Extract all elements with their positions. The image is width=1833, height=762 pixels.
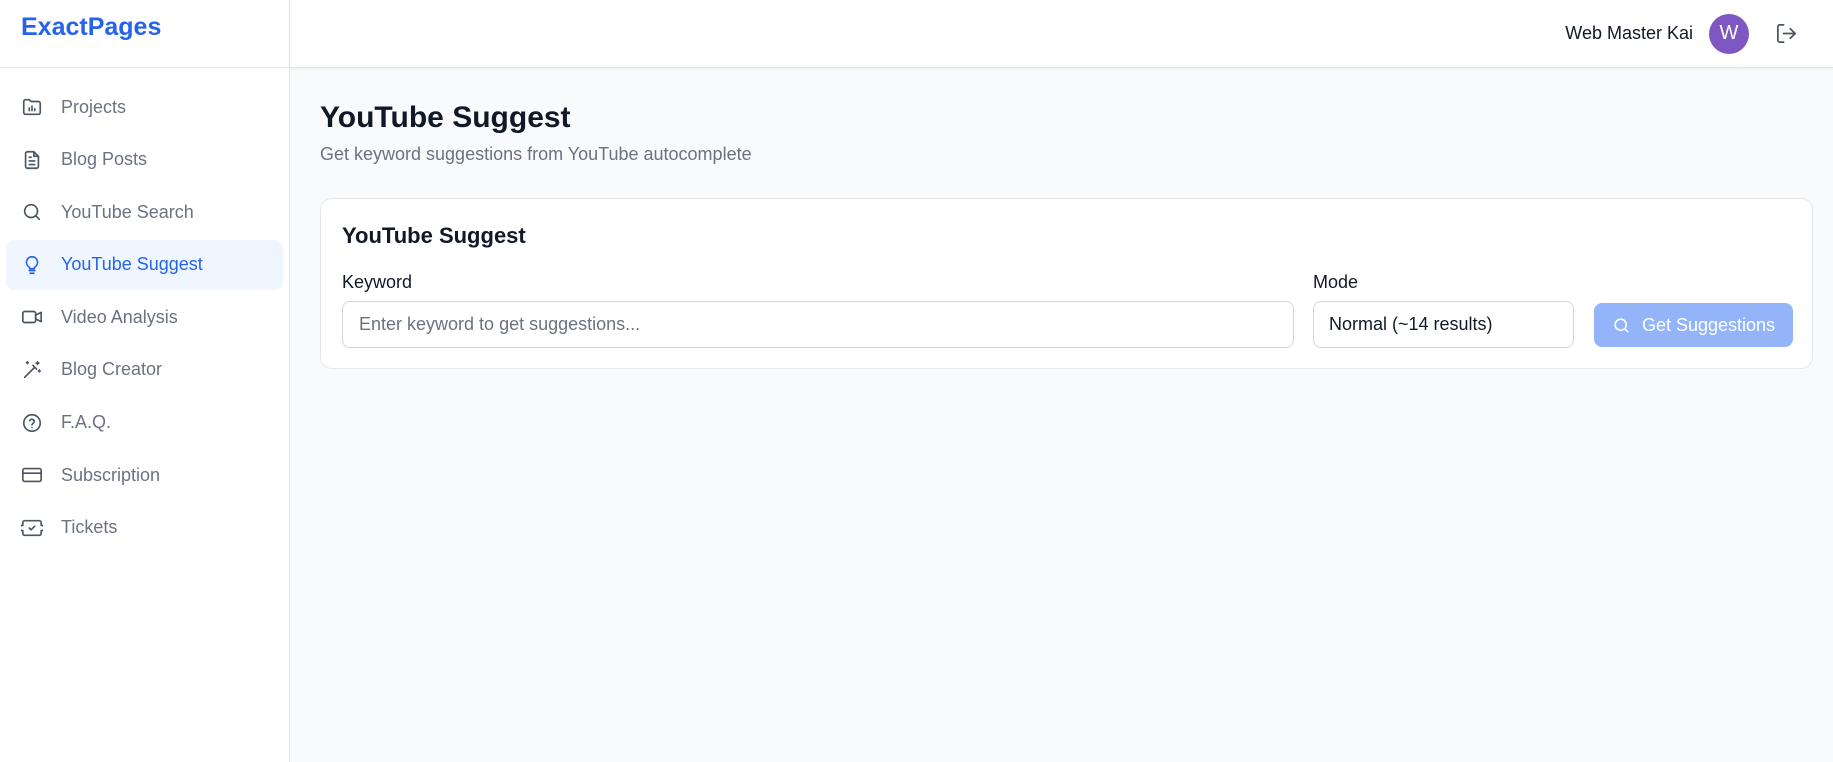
sidebar-item-video-analysis[interactable]: Video Analysis xyxy=(6,292,283,342)
sidebar: ExactPages Projects Blog Posts YouTube S… xyxy=(0,0,290,762)
sidebar-item-blog-posts[interactable]: Blog Posts xyxy=(6,135,283,185)
search-icon xyxy=(1612,315,1632,335)
sidebar-item-label: Subscription xyxy=(61,464,161,485)
mode-label: Mode xyxy=(1313,272,1359,292)
sidebar-item-label: F.A.Q. xyxy=(61,412,112,433)
sidebar-item-label: YouTube Search xyxy=(61,201,194,222)
sidebar-item-label: Projects xyxy=(61,96,127,117)
brand-logo[interactable]: ExactPages xyxy=(0,0,289,68)
sidebar-nav: Projects Blog Posts YouTube Search YouTu… xyxy=(0,68,289,553)
ticket-icon xyxy=(20,516,44,540)
sidebar-item-label: YouTube Suggest xyxy=(61,254,203,275)
keyword-input[interactable] xyxy=(342,301,1294,348)
logout-icon[interactable] xyxy=(1773,21,1799,47)
user-name: Web Master Kai xyxy=(1565,23,1693,43)
main-content: YouTube Suggest Get keyword suggestions … xyxy=(320,68,1813,369)
keyword-label: Keyword xyxy=(342,272,413,292)
sidebar-item-tickets[interactable]: Tickets xyxy=(6,503,283,553)
sidebar-item-blog-creator[interactable]: Blog Creator xyxy=(6,345,283,395)
mode-selected-value: Normal (~14 results) xyxy=(1329,314,1493,334)
magic-wand-icon xyxy=(20,358,44,382)
avatar[interactable]: W xyxy=(1709,13,1749,54)
sidebar-item-label: Tickets xyxy=(61,517,118,538)
get-suggestions-button[interactable]: Get Suggestions xyxy=(1594,303,1793,347)
mode-select[interactable]: Normal (~14 results) xyxy=(1313,301,1574,348)
credit-card-icon xyxy=(20,463,44,487)
file-text-icon xyxy=(20,148,44,172)
page-title: YouTube Suggest xyxy=(320,101,571,134)
page-subtitle: Get keyword suggestions from YouTube aut… xyxy=(320,144,752,164)
top-header: Web Master Kai W xyxy=(290,0,1833,68)
sidebar-item-projects[interactable]: Projects xyxy=(6,82,283,132)
video-camera-icon xyxy=(20,305,44,329)
sidebar-item-label: Blog Creator xyxy=(61,359,163,380)
sidebar-item-subscription[interactable]: Subscription xyxy=(6,450,283,500)
get-suggestions-label: Get Suggestions xyxy=(1641,314,1776,335)
folder-chart-icon xyxy=(20,95,44,119)
sidebar-item-youtube-search[interactable]: YouTube Search xyxy=(6,187,283,237)
card-title: YouTube Suggest xyxy=(342,223,526,248)
sidebar-item-youtube-suggest[interactable]: YouTube Suggest xyxy=(6,239,283,290)
sidebar-item-faq[interactable]: F.A.Q. xyxy=(6,398,283,448)
sidebar-item-label: Video Analysis xyxy=(61,306,178,327)
search-icon xyxy=(20,200,44,224)
suggest-card: YouTube Suggest Keyword Mode Normal (~14… xyxy=(320,198,1813,369)
sidebar-item-label: Blog Posts xyxy=(61,149,148,170)
lightbulb-icon xyxy=(20,253,44,277)
help-circle-icon xyxy=(20,411,44,435)
